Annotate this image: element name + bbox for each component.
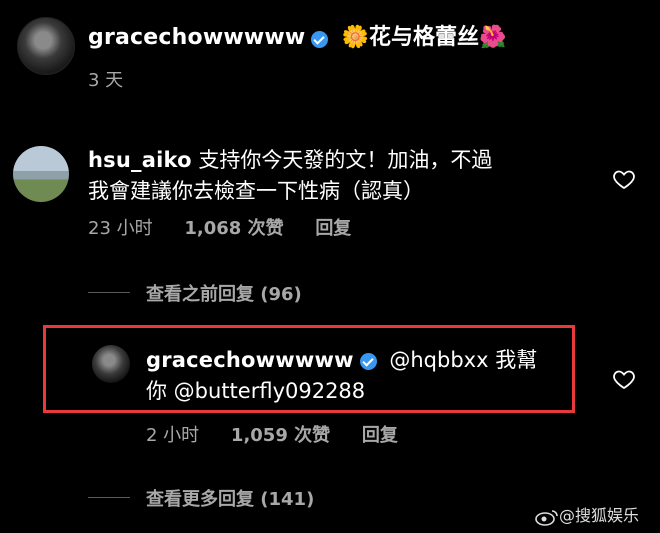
view-more-replies-link[interactable]: 查看更多回复 (141)	[146, 485, 314, 511]
reply-likes[interactable]: 1,059 次赞	[231, 425, 330, 446]
more-replies-divider-line	[88, 497, 130, 498]
comment-username[interactable]: hsu_aiko	[88, 148, 192, 172]
weibo-logo-icon	[535, 509, 558, 526]
reply-avatar[interactable]	[92, 345, 130, 383]
hibiscus-emoji-icon: 🌺	[478, 25, 507, 50]
watermark-text: @搜狐娱乐	[559, 506, 640, 525]
comment-reply-button[interactable]: 回复	[315, 218, 351, 239]
post-avatar[interactable]	[17, 17, 75, 75]
comment-meta: 23 小时 1,068 次赞 回复	[88, 214, 351, 240]
reply-meta: 2 小时 1,059 次赞 回复	[146, 421, 398, 447]
comment-text-line2: 我會建議你去檢查一下性病（認真）	[88, 179, 424, 203]
verified-badge-icon	[311, 31, 329, 48]
reply-verified-badge-icon	[359, 352, 377, 370]
reply-like-heart-icon[interactable]	[612, 367, 636, 391]
post-caption-row: gracechowwwww 🌼花与格蕾丝🌺	[88, 19, 506, 51]
comment-text-line1: 支持你今天發的文！加油，不過	[198, 148, 493, 172]
reply-text-line2: 你 @butterfly092288	[146, 379, 366, 403]
post-caption-text: 花与格蕾丝	[368, 25, 479, 50]
reply-reply-button[interactable]: 回复	[362, 425, 398, 446]
comment-time: 23 小时	[88, 218, 153, 239]
comment-likes[interactable]: 1,068 次赞	[184, 218, 283, 239]
watermark: @搜狐娱乐	[535, 502, 639, 526]
comment-like-heart-icon[interactable]	[612, 167, 636, 191]
comment-avatar-hsu[interactable]	[13, 146, 69, 202]
reply-body: gracechowwwww @hqbbxx 我幫 你 @butterfly092…	[146, 345, 576, 407]
flower-emoji-icon: 🌼	[341, 25, 369, 50]
reply-time: 2 小时	[146, 425, 200, 446]
view-previous-replies-link[interactable]: 查看之前回复 (96)	[146, 280, 302, 306]
reply-username[interactable]: gracechowwwww	[146, 348, 354, 372]
post-username[interactable]: gracechowwwww	[88, 25, 305, 50]
comment-body: hsu_aiko 支持你今天發的文！加油，不過 我會建議你去檢查一下性病（認真）	[88, 145, 588, 207]
post-time: 3 天	[88, 70, 124, 91]
reply-text-line1: @hqbbxx 我幫	[389, 348, 538, 372]
replies-divider-line	[88, 292, 130, 293]
